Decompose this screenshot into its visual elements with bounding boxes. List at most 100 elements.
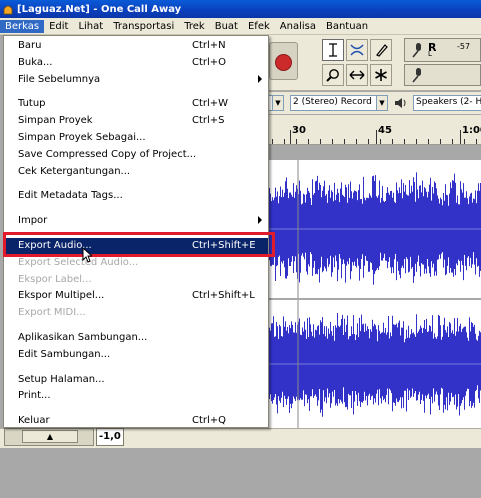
waveform-channel-right[interactable] (268, 300, 481, 428)
menu-item-edit-sambungan[interactable]: Edit Sambungan... (4, 347, 268, 363)
menu-analisa[interactable]: Analisa (275, 20, 321, 33)
timeline-ruler[interactable]: 30 45 1:00 (268, 115, 481, 145)
timeline-minor-tick (344, 139, 345, 144)
output-device-value: Speakers (2- H (416, 97, 481, 107)
host-combo[interactable]: ▼ (268, 95, 284, 111)
menu-item-label: Cek Ketergantungan... (18, 165, 131, 177)
timeline-minor-tick (380, 139, 381, 144)
menu-edit[interactable]: Edit (44, 20, 73, 33)
timeline-minor-tick (284, 139, 285, 144)
menu-item-edit-metadata-tags[interactable]: Edit Metadata Tags... (4, 188, 268, 204)
output-device-combo[interactable]: Speakers (2- H (413, 95, 481, 111)
audacity-window: [Laguaz.Net] - One Call Away Berkas Edit L… (0, 0, 481, 498)
menu-separator (7, 366, 267, 368)
magnifier-icon (326, 69, 339, 82)
timeline-minor-tick (440, 139, 441, 144)
menu-item-label: Baru (18, 40, 42, 51)
microphone-icon (412, 43, 421, 58)
menu-item-keluar[interactable]: Keluar Ctrl+Q (4, 413, 268, 429)
annotation-highlight-box (3, 232, 275, 257)
menu-item-shortcut: Ctrl+N (192, 40, 226, 51)
timeline-label: 30 (292, 125, 306, 136)
record-button[interactable] (269, 42, 298, 80)
menu-item-save-compressed-copy-of-project[interactable]: Save Compressed Copy of Project... (4, 147, 268, 163)
menu-item-label: Simpan Proyek (18, 115, 93, 127)
menu-item-shortcut: Ctrl+Shift+L (192, 290, 255, 302)
menu-item-shortcut: Ctrl+W (192, 98, 229, 110)
envelope-icon (350, 44, 364, 56)
selection-start-field[interactable]: -1,0 (96, 428, 124, 446)
timeline-minor-tick (272, 139, 273, 144)
menu-transportasi[interactable]: Transportasi (108, 20, 179, 33)
menu-item-file-sebelumnya[interactable]: File Sebelumnya (4, 72, 268, 88)
menu-item-print[interactable]: Print... (4, 388, 268, 404)
menu-item-simpan-proyek-sebagai[interactable]: Simpan Proyek Sebagai... (4, 130, 268, 146)
menu-item-label: Buka... (18, 56, 53, 68)
menu-item-buka[interactable]: Buka... Ctrl+O (4, 55, 268, 71)
zoom-tool[interactable] (322, 64, 344, 86)
menu-item-label: File Sebelumnya (18, 73, 101, 85)
timeline-minor-tick (476, 139, 477, 144)
timeline-minor-tick (296, 139, 297, 144)
menu-item-label: Export MIDI... (18, 307, 86, 319)
timeline-major-tick (460, 130, 461, 144)
timeline-minor-tick (356, 139, 357, 144)
menu-buat[interactable]: Buat (210, 20, 243, 33)
menu-separator (7, 91, 267, 93)
dropdown-arrow-icon: ▼ (376, 96, 387, 110)
draw-tool[interactable] (370, 39, 392, 61)
envelope-tool[interactable] (346, 39, 368, 61)
menu-item-label: Setup Halaman... (18, 373, 105, 385)
menu-separator (7, 208, 267, 210)
menu-item-shortcut: Ctrl+Q (192, 415, 227, 427)
menu-separator (7, 183, 267, 185)
mouse-cursor-icon (82, 247, 92, 263)
i-beam-icon (329, 43, 337, 57)
microphone-icon-2 (412, 68, 421, 83)
menu-separator (7, 325, 267, 326)
menu-item-setup-halaman[interactable]: Setup Halaman... (4, 372, 268, 388)
timeline-minor-tick (452, 139, 453, 144)
menu-separator (7, 408, 267, 410)
device-toolbar: ▼ 2 (Stereo) Record ▼ Speakers (2- H (268, 92, 481, 114)
menu-item-label: Edit Sambungan... (18, 348, 111, 360)
menu-berkas[interactable]: Berkas (0, 19, 45, 33)
waveform-channel-left[interactable] (268, 160, 481, 298)
timeline-minor-tick (308, 139, 309, 144)
menu-trek[interactable]: Trek (179, 20, 209, 33)
menu-item-baru[interactable]: Baru Ctrl+N (4, 38, 268, 54)
arrows-horizontal-icon (349, 70, 365, 80)
menu-item-ekspor-multipel[interactable]: Ekspor Multipel... Ctrl+Shift+L (4, 288, 268, 304)
multi-tool[interactable] (370, 64, 392, 86)
timeline-minor-tick (332, 139, 333, 144)
timeline-minor-tick (368, 139, 369, 144)
menu-efek[interactable]: Efek (243, 20, 275, 33)
menu-lihat[interactable]: Lihat (73, 20, 108, 33)
menu-item-aplikasikan-sambungan[interactable]: Aplikasikan Sambungan... (4, 330, 268, 346)
menu-bantuan[interactable]: Bantuan (321, 20, 373, 33)
menu-item-label: Tutup (18, 98, 46, 110)
menu-item-cek-ketergantungan[interactable]: Cek Ketergantungan... (4, 164, 268, 180)
timeline-label: 1:00 (462, 125, 481, 136)
asterisk-icon (375, 69, 387, 81)
menu-item-label: Simpan Proyek Sebagai... (18, 132, 146, 143)
menu-item-label: Keluar (18, 415, 50, 427)
timeline-label: 45 (378, 125, 392, 136)
collapse-track-button[interactable]: ▲ (22, 430, 78, 443)
pencil-icon (376, 44, 388, 57)
menu-item-tutup[interactable]: Tutup Ctrl+W (4, 96, 268, 112)
time-shift-tool[interactable] (346, 64, 368, 86)
submenu-arrow-icon (258, 74, 262, 83)
playback-meter[interactable] (404, 64, 481, 86)
menu-item-shortcut: Ctrl+O (192, 56, 227, 68)
record-meter[interactable]: R L -57 (404, 38, 481, 62)
menu-item-impor[interactable]: Impor (4, 213, 268, 229)
timeline-major-tick (290, 130, 291, 144)
menu-bar: Berkas Edit Lihat Transportasi Trek Buat Efek A… (0, 18, 481, 35)
menu-item-simpan-proyek[interactable]: Simpan Proyek Ctrl+S (4, 113, 268, 129)
menu-item-label: Export Selected Audio... (18, 256, 139, 268)
channels-combo[interactable]: 2 (Stereo) Record ▼ (290, 95, 388, 111)
timeline-minor-tick (392, 139, 393, 144)
selection-tool[interactable] (322, 39, 344, 61)
timeline-minor-tick (416, 139, 417, 144)
